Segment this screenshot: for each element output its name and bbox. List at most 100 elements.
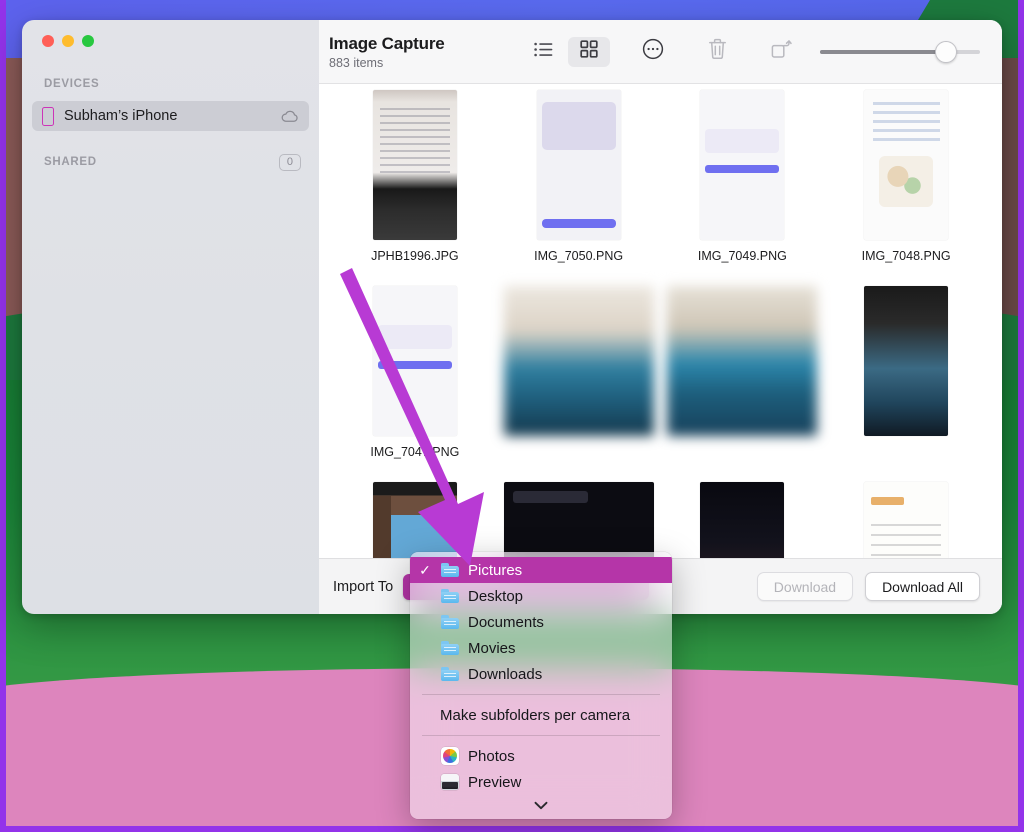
thumbnail-image[interactable] bbox=[864, 482, 949, 558]
sidebar-item-label: Subham’s iPhone bbox=[64, 108, 178, 124]
folder-icon bbox=[441, 641, 459, 655]
grid-item[interactable] bbox=[497, 482, 661, 558]
menu-separator bbox=[422, 735, 660, 736]
thumbnail-image[interactable] bbox=[372, 482, 457, 558]
menu-item-downloads[interactable]: Downloads bbox=[410, 661, 672, 687]
close-button[interactable] bbox=[42, 35, 54, 47]
download-all-button[interactable]: Download All bbox=[865, 572, 980, 601]
menu-item-make-subfolders-per-camera[interactable]: Make subfolders per camera bbox=[410, 702, 672, 728]
menu-item-label: Preview bbox=[468, 773, 522, 791]
menu-item-label: Photos bbox=[468, 747, 515, 765]
thumbnail-filename: IMG_7050.PNG bbox=[534, 249, 624, 263]
slider-knob[interactable] bbox=[935, 40, 958, 63]
item-count: 883 items bbox=[329, 55, 384, 70]
grid-view-button[interactable] bbox=[568, 36, 610, 67]
menu-item-icon bbox=[440, 589, 460, 603]
menu-item-icon bbox=[440, 641, 460, 655]
desktop: DEVICES Subham’s iPhone SHARED 0 Image C… bbox=[0, 0, 1024, 832]
menu-item-label: Pictures bbox=[468, 561, 523, 579]
grid-item[interactable] bbox=[824, 286, 988, 482]
grid-item[interactable]: IMG_7048.PNG bbox=[824, 90, 988, 286]
photos-app-icon bbox=[441, 747, 459, 765]
menu-item-label: Movies bbox=[468, 639, 516, 657]
menu-item-icon bbox=[440, 615, 460, 629]
thumbnail-image[interactable] bbox=[372, 90, 457, 240]
shared-heading-label: SHARED bbox=[44, 156, 97, 168]
rotate-icon bbox=[770, 38, 792, 65]
import-to-dropdown-menu[interactable]: ✓ Pictures Desktop Documents Movies Downloads… bbox=[410, 552, 672, 819]
grid-view-icon bbox=[580, 40, 598, 63]
grid-item[interactable] bbox=[661, 286, 825, 482]
menu-item-icon bbox=[440, 667, 460, 681]
thumbnail-image[interactable] bbox=[503, 482, 654, 558]
download-button[interactable]: Download bbox=[756, 572, 854, 601]
list-view-icon bbox=[533, 42, 553, 62]
thumbnail-filename: IMG_7049.PNG bbox=[697, 249, 787, 263]
grid-item[interactable]: JPHB1996.JPG bbox=[333, 90, 497, 286]
grid-item[interactable] bbox=[824, 482, 988, 558]
menu-item-label: Downloads bbox=[468, 665, 543, 683]
thumbnail-image[interactable] bbox=[864, 90, 949, 240]
import-to-label: Import To bbox=[333, 578, 394, 595]
iphone-icon bbox=[42, 106, 54, 126]
thumbnail-image[interactable] bbox=[864, 286, 949, 436]
thumbnail-filename: IMG_7048.PNG bbox=[861, 249, 951, 263]
thumbnail-filename: IMG_7047.PNG bbox=[370, 445, 460, 459]
grid-item[interactable]: IMG_7050.PNG bbox=[497, 90, 661, 286]
menu-item-icon bbox=[440, 563, 460, 577]
thumbnail-image[interactable] bbox=[372, 286, 457, 436]
thumbnail-image[interactable] bbox=[667, 286, 818, 436]
trash-icon bbox=[708, 38, 727, 65]
thumbnail-grid[interactable]: JPHB1996.JPG IMG_7050.PNG IMG_7049.PNG IMG_… bbox=[319, 84, 1002, 558]
grid-item[interactable] bbox=[497, 286, 661, 482]
delete-button[interactable] bbox=[696, 37, 738, 67]
folder-icon bbox=[441, 589, 459, 603]
grid-item[interactable] bbox=[333, 482, 497, 558]
chevron-down-icon[interactable] bbox=[410, 795, 672, 815]
sidebar: DEVICES Subham’s iPhone SHARED 0 bbox=[22, 20, 319, 614]
grid-item[interactable]: IMG_7047.PNG bbox=[333, 286, 497, 482]
image-capture-window: DEVICES Subham’s iPhone SHARED 0 Image C… bbox=[22, 20, 1002, 614]
thumbnail-filename: JPHB1996.JPG bbox=[371, 249, 459, 263]
thumbnail-image[interactable] bbox=[536, 90, 621, 240]
grid-item[interactable]: IMG_7049.PNG bbox=[661, 90, 825, 286]
menu-item-documents[interactable]: Documents bbox=[410, 609, 672, 635]
thumbnail-image[interactable] bbox=[700, 90, 785, 240]
download-all-button-label: Download All bbox=[882, 578, 963, 595]
menu-item-desktop[interactable]: Desktop bbox=[410, 583, 672, 609]
zoom-button[interactable] bbox=[82, 35, 94, 47]
folder-icon bbox=[441, 667, 459, 681]
more-options-button[interactable] bbox=[632, 37, 674, 67]
thumbnail-image[interactable] bbox=[503, 286, 654, 436]
thumbnail-image[interactable] bbox=[700, 482, 785, 558]
sidebar-item-subhams-iphone[interactable]: Subham’s iPhone bbox=[32, 101, 309, 131]
shared-count-badge: 0 bbox=[278, 153, 301, 171]
menu-item-label: Desktop bbox=[468, 587, 524, 605]
menu-item-label: Documents bbox=[468, 613, 544, 631]
grid-item[interactable] bbox=[661, 482, 825, 558]
folder-icon bbox=[441, 615, 459, 629]
list-view-button[interactable] bbox=[522, 37, 564, 67]
menu-item-preview[interactable]: Preview bbox=[410, 769, 672, 795]
slider-fill bbox=[820, 49, 945, 54]
devices-heading-label: DEVICES bbox=[44, 78, 100, 90]
menu-item-label: Make subfolders per camera bbox=[440, 706, 631, 724]
checkmark-icon: ✓ bbox=[419, 561, 431, 578]
window-controls bbox=[32, 20, 309, 47]
download-button-label: Download bbox=[773, 578, 837, 595]
menu-item-photos[interactable]: Photos bbox=[410, 743, 672, 769]
page-title: Image Capture bbox=[329, 33, 445, 53]
menu-item-icon bbox=[440, 747, 460, 765]
more-options-icon bbox=[642, 38, 664, 65]
minimize-button[interactable] bbox=[62, 35, 74, 47]
toolbar-title-group: Image Capture 883 items bbox=[329, 34, 445, 70]
menu-item-pictures[interactable]: ✓ Pictures bbox=[410, 557, 672, 583]
toolbar: Image Capture 883 items bbox=[319, 20, 1002, 84]
preview-app-icon bbox=[441, 774, 459, 790]
menu-item-icon bbox=[440, 774, 460, 790]
thumbnail-size-slider[interactable] bbox=[820, 40, 980, 63]
menu-item-movies[interactable]: Movies bbox=[410, 635, 672, 661]
rotate-button[interactable] bbox=[760, 37, 802, 67]
content-area: Image Capture 883 items JPHB1996.JPG IMG… bbox=[319, 20, 1002, 614]
cloud-icon bbox=[281, 109, 299, 123]
